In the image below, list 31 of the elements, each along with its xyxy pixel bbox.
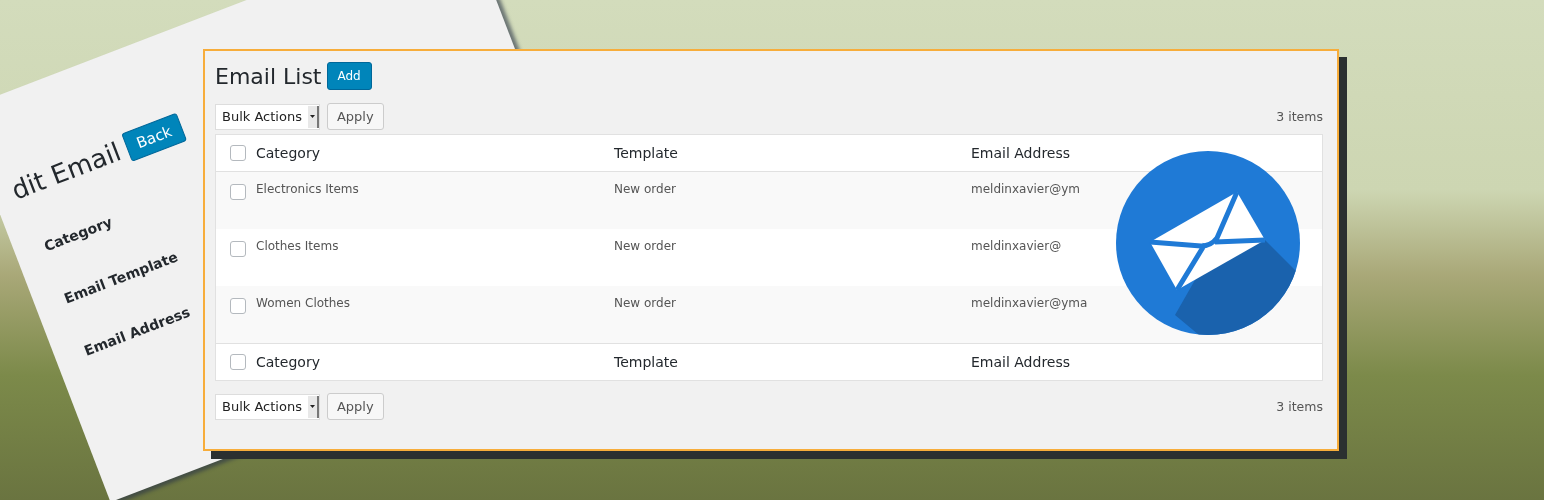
column-header[interactable]: Email Address xyxy=(971,354,1322,370)
page-title: Email List xyxy=(215,63,322,89)
table-cell-text: meldinxavier@ xyxy=(971,239,1063,253)
back-button[interactable]: Back xyxy=(121,112,187,162)
column-header[interactable]: Template xyxy=(614,145,971,161)
row-checkbox[interactable] xyxy=(230,298,246,314)
column-header[interactable]: Template xyxy=(614,354,971,370)
apply-button[interactable]: Apply xyxy=(326,103,384,130)
bulk-actions-dropdown[interactable]: Bulk Actions xyxy=(215,103,320,130)
caret-icon xyxy=(307,395,319,418)
caret-icon xyxy=(307,105,319,128)
column-header[interactable]: Category xyxy=(256,145,614,161)
row-checkbox[interactable] xyxy=(230,241,246,257)
table-cell-text: meldinxavier@yma xyxy=(971,296,1089,310)
table-cell-text: Electronics Items xyxy=(256,182,360,196)
item-count: 3 items xyxy=(1276,109,1323,124)
table-cell-text: meldinxavier@ym xyxy=(971,182,1081,196)
add-button[interactable]: Add xyxy=(326,62,372,90)
row-checkbox[interactable] xyxy=(230,184,246,200)
table-cell-text: New order xyxy=(614,182,677,196)
table-cell-text: New order xyxy=(614,239,677,253)
select-all-checkbox[interactable] xyxy=(230,354,246,370)
column-header[interactable]: Category xyxy=(256,354,614,370)
item-count: 3 items xyxy=(1276,399,1323,414)
apply-button[interactable]: Apply xyxy=(326,393,384,420)
column-header[interactable]: Email Address xyxy=(971,145,1322,161)
select-all-checkbox[interactable] xyxy=(230,145,246,161)
table-cell-text: Clothes Items xyxy=(256,239,340,253)
table-cell-text: Women Clothes xyxy=(256,296,351,310)
table-cell-text: New order xyxy=(614,296,677,310)
bulk-actions-dropdown[interactable]: Bulk Actions xyxy=(215,393,320,420)
